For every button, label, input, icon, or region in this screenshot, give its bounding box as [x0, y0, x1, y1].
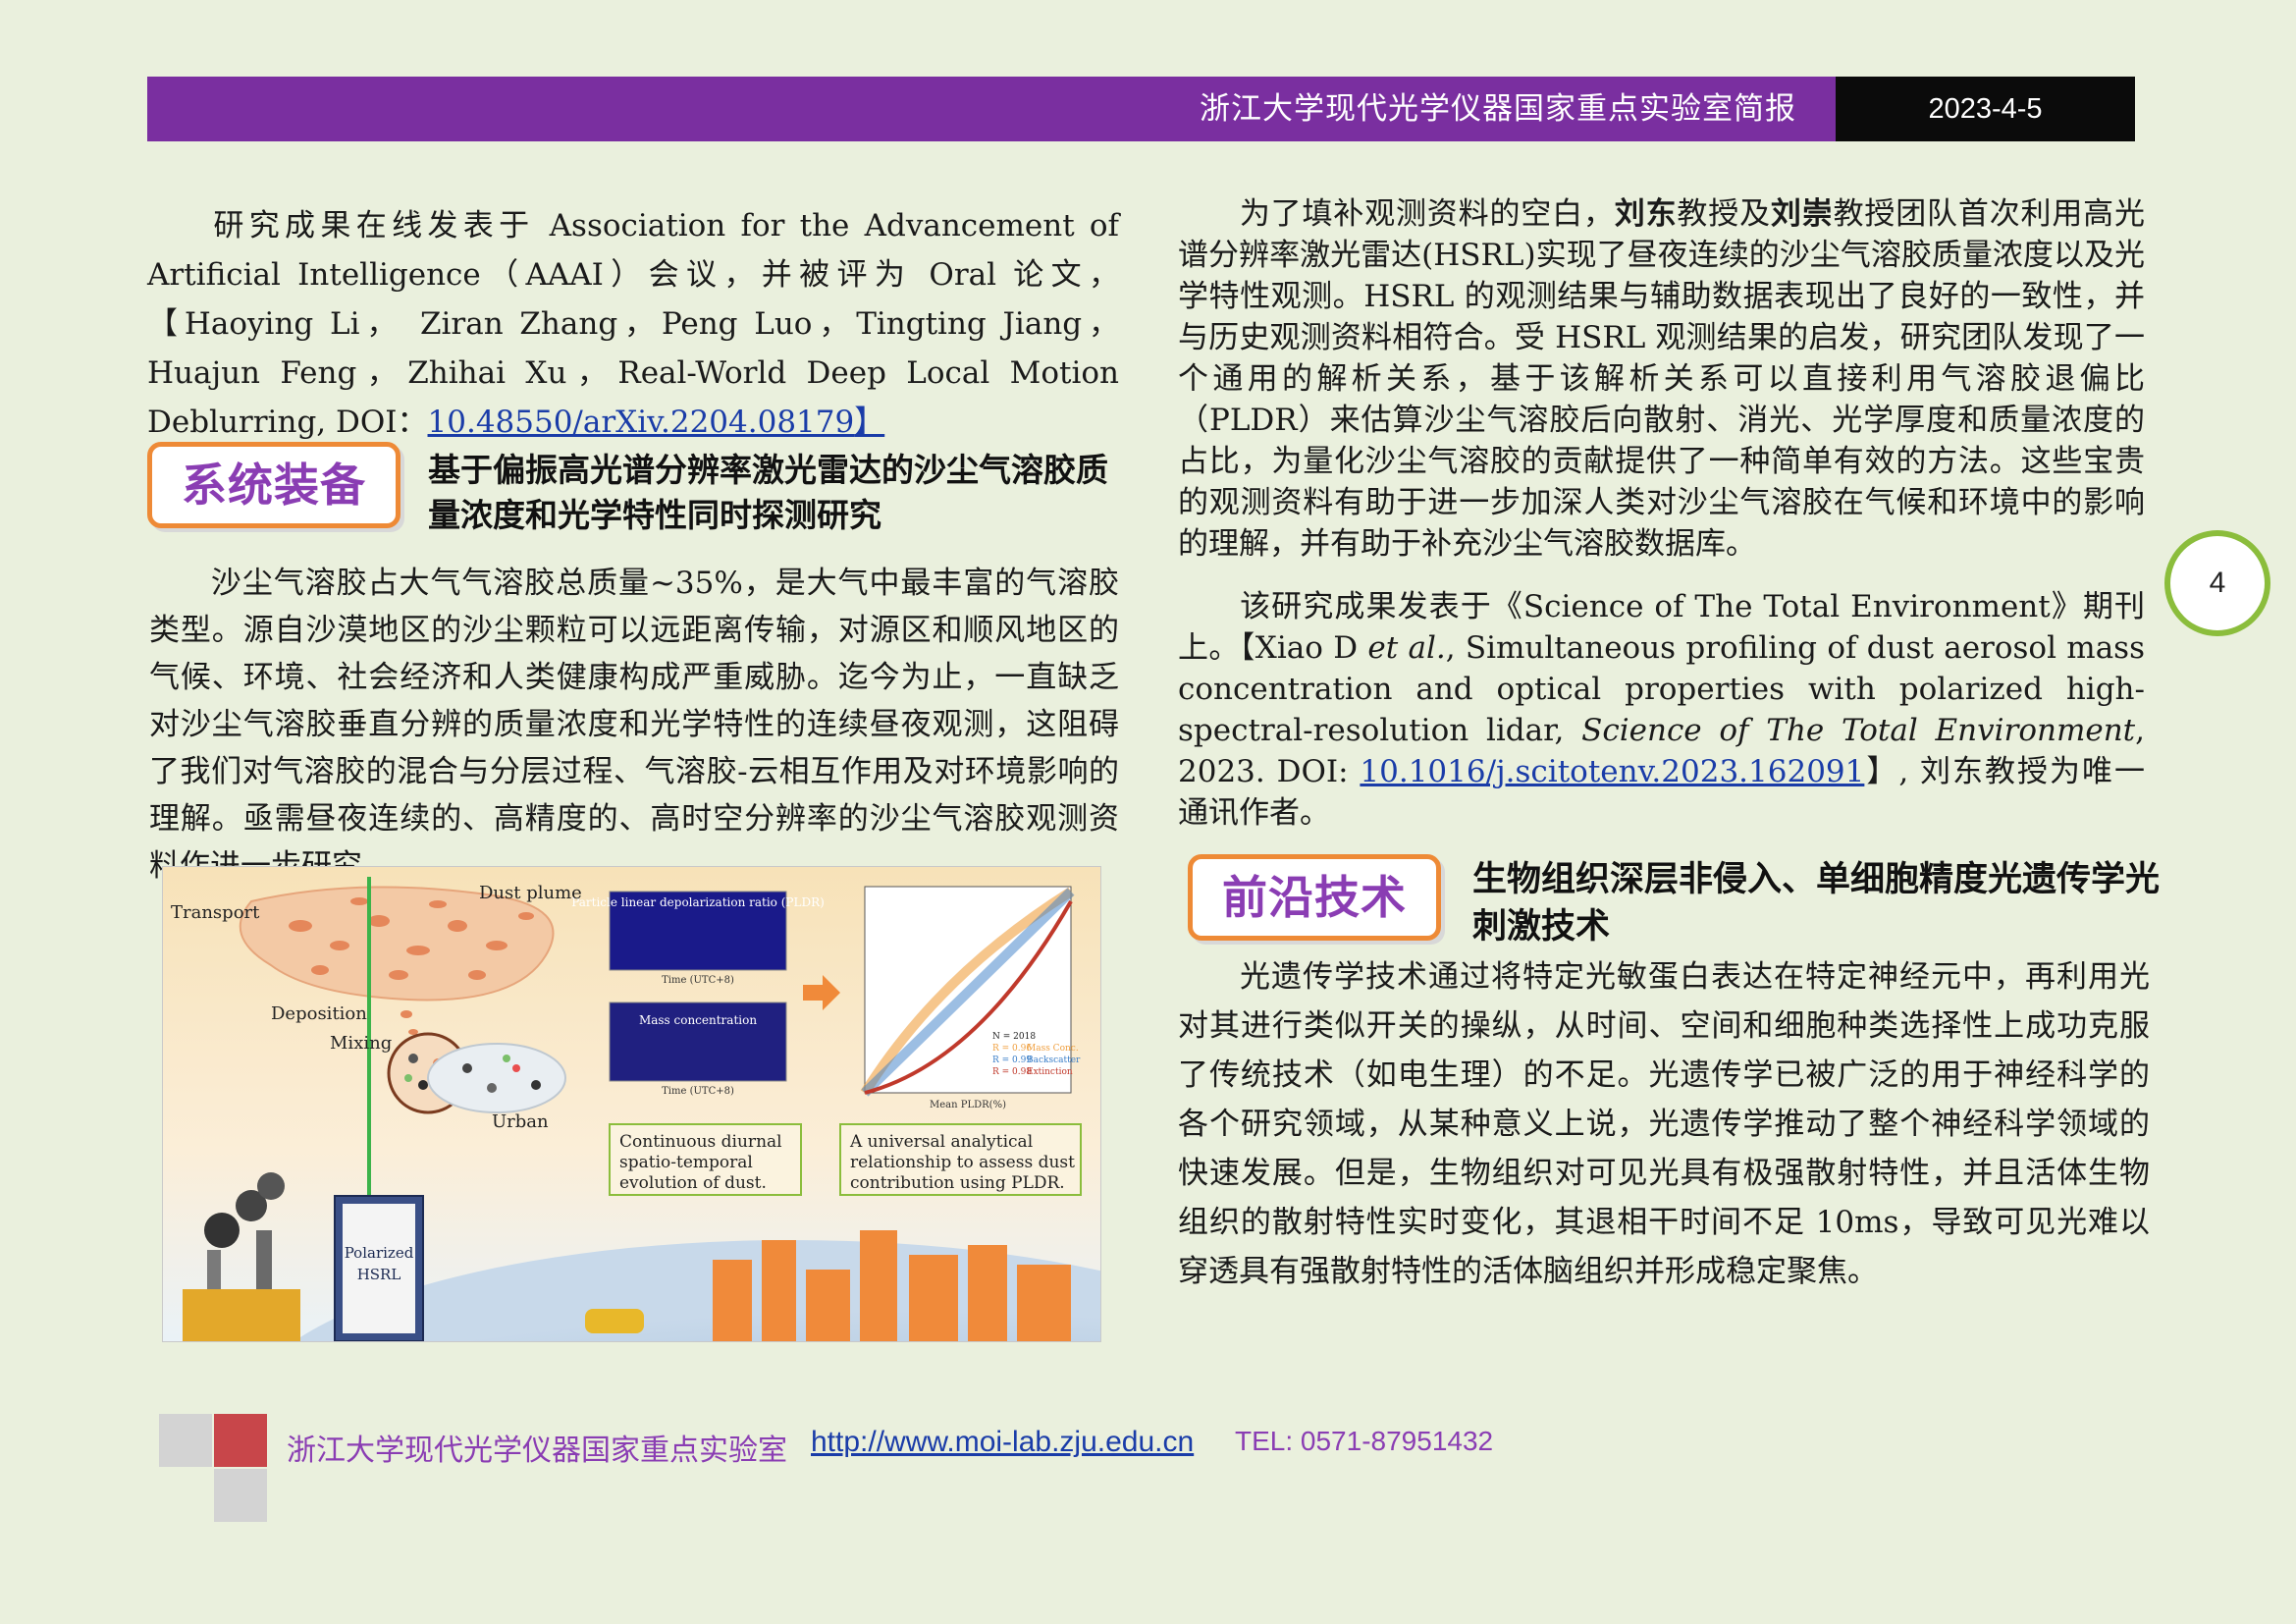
issue-date: 2023-4-5 — [1836, 77, 2135, 141]
footer-block-gray-1 — [159, 1414, 212, 1467]
caption-1-line2: spatio-temporal — [619, 1153, 753, 1172]
doi-link-bracket[interactable]: 】 — [854, 405, 884, 440]
section-title-dust-lidar: 基于偏振高光谱分辨率激光雷达的沙尘气溶胶质量浓度和光学特性同时探测研究 — [428, 451, 1108, 534]
header-bar: 浙江大学现代光学仪器国家重点实验室简报 — [147, 77, 1836, 141]
section-badge-frontier: 前沿技术 — [1188, 854, 1441, 941]
lidar-label-line2: HSRL — [357, 1266, 401, 1283]
right-paragraph-2: 该研究成果发表于《Science of The Total Environmen… — [1178, 589, 2145, 831]
panel2-time-axis: Time (UTC+8) — [662, 1086, 734, 1097]
footer-website-link[interactable]: http://www.moi-lab.zju.edu.cn — [811, 1426, 1194, 1459]
label-dust-plume: Dust plume — [479, 883, 582, 903]
footer-telephone: TEL: 0571-87951432 — [1235, 1426, 1494, 1456]
pldr-panel-title: Particle linear depolarization ratio (PL… — [571, 895, 825, 909]
panel1-time-axis: Time (UTC+8) — [662, 975, 734, 986]
right-paragraph-1: 为了填补观测资料的空白，刘东教授及刘崇教授团队首次利用高光谱分辨率激光雷达(HS… — [1178, 196, 2146, 562]
section-title-optogenetics: 生物组织深层非侵入、单细胞精度光遗传学光刺激技术 — [1472, 860, 2161, 947]
doi-link-arxiv[interactable]: 10.48550/arXiv.2204.08179 — [428, 405, 855, 440]
section-badge-equipment: 系统装备 — [147, 442, 400, 528]
mass-panel-title: Mass concentration — [639, 1013, 757, 1027]
caption-2-line3: contribution using PLDR. — [850, 1173, 1065, 1193]
author-liu-dong: 刘东 — [1614, 196, 1678, 232]
footer-block-red — [214, 1414, 267, 1467]
legend-s2: Backscatter — [1027, 1056, 1081, 1065]
caption-1-line1: Continuous diurnal — [619, 1132, 782, 1152]
legend-s1: Mass Conc. — [1027, 1044, 1079, 1054]
caption-2-line1: A universal analytical — [849, 1132, 1033, 1152]
scatter-x-label: Mean PLDR(%) — [930, 1100, 1006, 1110]
label-urban: Urban — [492, 1111, 549, 1132]
optogenetics-paragraph: 光遗传学技术通过将特定光敏蛋白表达在特定神经元中，再利用光对其进行类似开关的操纵… — [1178, 959, 2150, 1289]
page-number: 4 — [2164, 530, 2270, 636]
legend-s3: Extinction — [1027, 1067, 1073, 1077]
label-mixing: Mixing — [330, 1033, 392, 1054]
label-deposition: Deposition — [271, 1003, 367, 1024]
doi-link-scitotenv[interactable]: 10.1016/j.scitotenv.2023.162091 — [1360, 754, 1864, 789]
urban-aerosol-cloud — [427, 1043, 566, 1113]
caption-2-line2: relationship to assess dust — [850, 1153, 1075, 1172]
footer-block-gray-2 — [214, 1469, 267, 1522]
dust-aerosol-paragraph: 沙尘气溶胶占大气气溶胶总质量~35%，是大气中最丰富的气溶胶类型。源自沙漠地区的… — [149, 566, 1119, 884]
lidar-label-line1: Polarized — [345, 1244, 414, 1262]
journal-name: Science of The Total Environment — [1581, 713, 2136, 748]
footer-lab-name: 浙江大学现代光学仪器国家重点实验室 — [287, 1434, 787, 1468]
dust-lidar-figure: Polarized HSRL Particle linear depolariz… — [162, 866, 1101, 1342]
newsletter-title: 浙江大学现代光学仪器国家重点实验室简报 — [1200, 91, 1796, 127]
caption-1-line3: evolution of dust. — [619, 1173, 767, 1193]
car-icon — [585, 1309, 644, 1333]
label-transport: Transport — [171, 902, 260, 923]
intro-paragraph: 研究成果在线发表于 Association for the Advancemen… — [147, 208, 1119, 440]
legend-n: N = 2018 — [992, 1032, 1036, 1042]
figure-illustration: Polarized HSRL Particle linear depolariz… — [163, 867, 1100, 1341]
author-liu-chong: 刘崇 — [1770, 196, 1834, 232]
